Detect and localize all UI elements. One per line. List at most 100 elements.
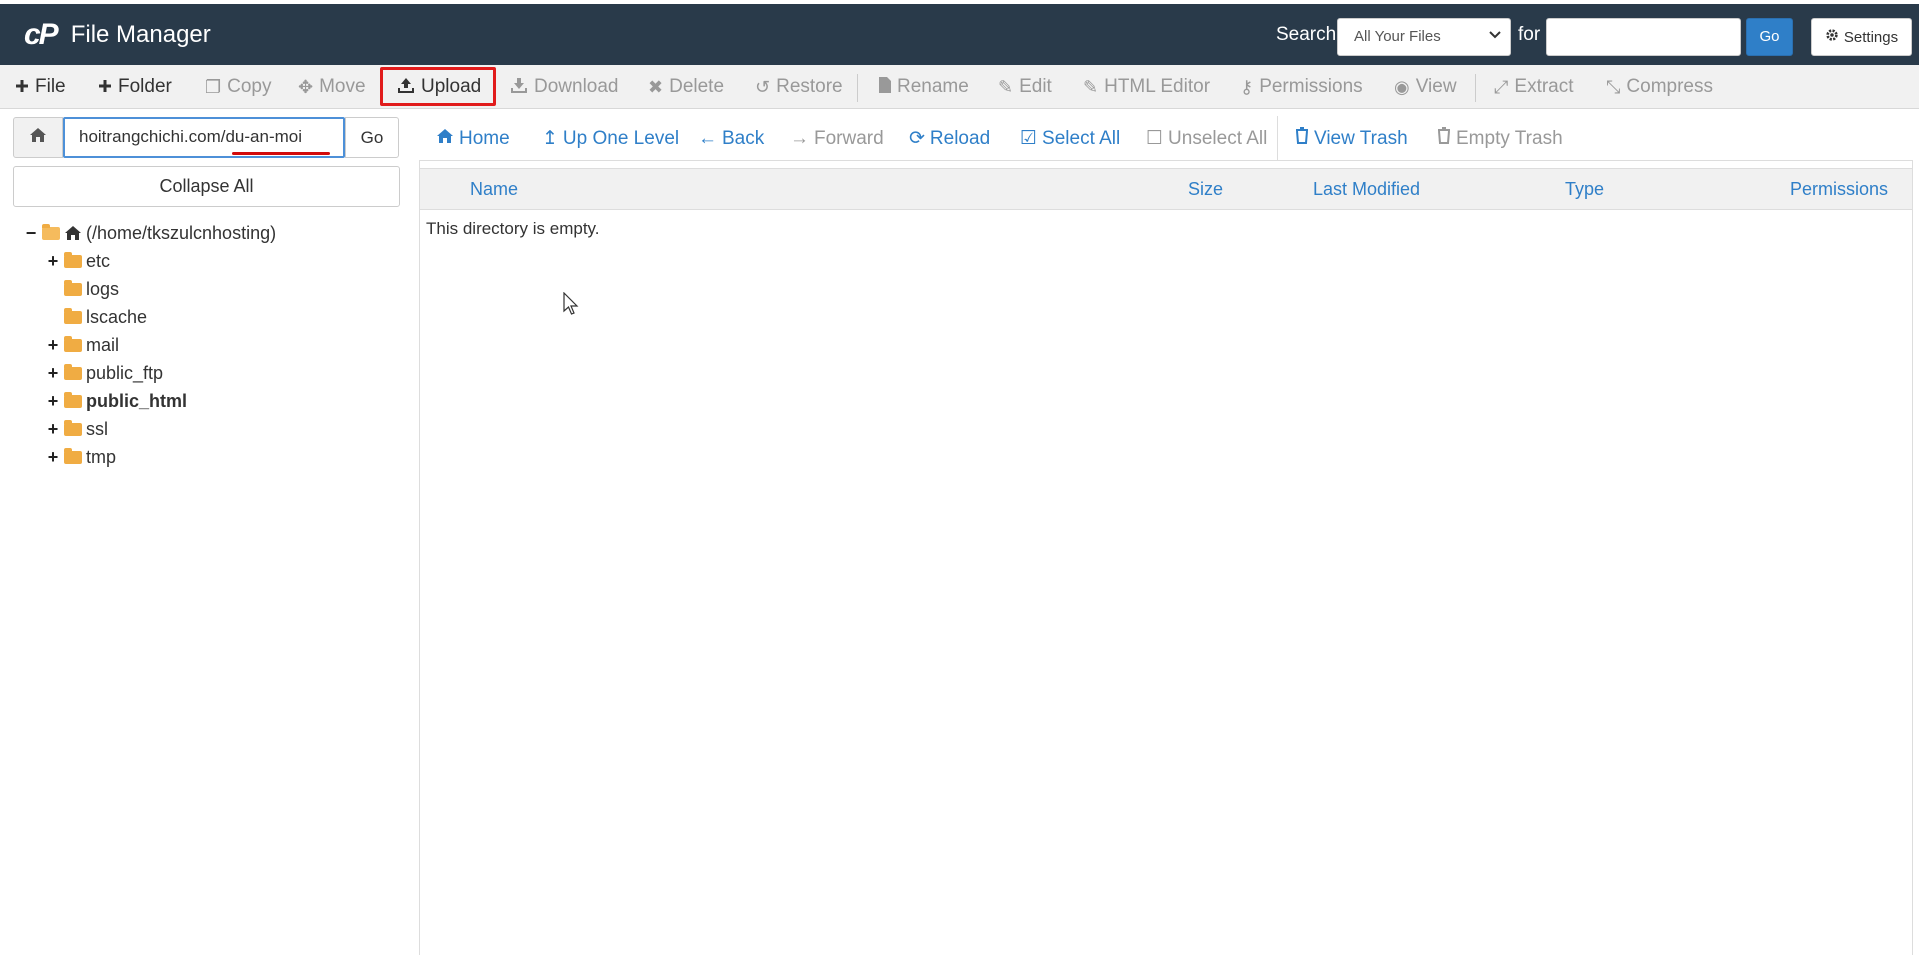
- file-icon: [879, 76, 891, 98]
- expand-toggle[interactable]: +: [46, 447, 60, 468]
- home-nav-label: Home: [459, 127, 510, 149]
- expand-toggle[interactable]: +: [46, 251, 60, 272]
- tree-item-label: logs: [86, 278, 120, 299]
- home-nav-button[interactable]: Home: [436, 116, 510, 161]
- tree-item-label: lscache: [86, 306, 148, 327]
- arrow-right-icon: →: [790, 127, 809, 149]
- move-button[interactable]: ✥ Move: [298, 65, 366, 109]
- column-header-name[interactable]: Name: [470, 168, 518, 210]
- for-label: for: [1518, 24, 1541, 45]
- folder-icon: [64, 279, 82, 296]
- up-one-level-button[interactable]: ↥ Up One Level: [542, 116, 679, 161]
- column-header-permissions[interactable]: Permissions: [1790, 168, 1888, 210]
- copy-button[interactable]: ❐ Copy: [205, 65, 272, 109]
- tree-item-tmp[interactable]: + tmp: [46, 444, 116, 470]
- search-input[interactable]: [1546, 18, 1741, 56]
- checkbox-checked-icon: ☑: [1020, 128, 1038, 149]
- extract-button[interactable]: ⤢ Extract: [1494, 65, 1574, 109]
- back-label: Back: [722, 127, 765, 149]
- cpanel-logo-icon: cP: [24, 18, 59, 51]
- download-icon: [510, 76, 528, 99]
- restore-label: Restore: [776, 76, 843, 97]
- toolbar-divider: [1475, 74, 1476, 102]
- expand-toggle[interactable]: +: [46, 391, 60, 412]
- search-go-button[interactable]: Go: [1746, 18, 1793, 56]
- search-scope-select[interactable]: All Your Files: [1337, 18, 1511, 56]
- unselect-all-label: Unselect All: [1168, 127, 1268, 149]
- expand-icon: ⤢: [1494, 76, 1509, 97]
- move-label: Move: [319, 76, 366, 97]
- unselect-all-button[interactable]: ☐ Unselect All: [1146, 116, 1267, 161]
- new-folder-button[interactable]: Folder: [98, 65, 172, 109]
- eye-icon: ◉: [1394, 76, 1410, 97]
- select-all-label: Select All: [1042, 127, 1121, 149]
- copy-label: Copy: [227, 76, 272, 97]
- up-one-level-label: Up One Level: [562, 127, 680, 149]
- tree-item-public-ftp[interactable]: + public_ftp: [46, 360, 163, 386]
- column-header-type[interactable]: Type: [1565, 168, 1604, 210]
- compress-icon: ⤡: [1606, 76, 1621, 97]
- gear-icon: [1825, 28, 1839, 46]
- copy-icon: ❐: [205, 76, 222, 97]
- app-title: File Manager: [70, 21, 211, 48]
- pencil-icon: ✎: [998, 76, 1014, 97]
- tree-item-ssl[interactable]: + ssl: [46, 416, 108, 442]
- tree-root[interactable]: − (/home/tkszulcnhosting): [24, 220, 276, 246]
- tree-item-label: public_ftp: [86, 362, 164, 383]
- app-logo[interactable]: cP File Manager: [24, 18, 211, 52]
- expand-toggle[interactable]: +: [46, 335, 60, 356]
- empty-trash-button[interactable]: Empty Trash: [1437, 116, 1563, 161]
- permissions-button[interactable]: ⚷ Permissions: [1240, 65, 1363, 109]
- download-label: Download: [534, 76, 619, 97]
- tree-item-public-html[interactable]: + public_html: [46, 388, 187, 414]
- restore-button[interactable]: ↺ Restore: [755, 65, 843, 109]
- trash-icon: [1437, 127, 1451, 150]
- view-trash-button[interactable]: View Trash: [1295, 116, 1408, 161]
- edit-square-icon: ✎: [1083, 76, 1099, 97]
- view-button[interactable]: ◉ View: [1394, 65, 1457, 109]
- upload-button[interactable]: Upload: [397, 65, 481, 109]
- search-label: Search: [1276, 24, 1337, 45]
- empty-trash-label: Empty Trash: [1456, 127, 1563, 149]
- rename-label: Rename: [897, 76, 969, 97]
- delete-button[interactable]: ✖ Delete: [648, 65, 724, 109]
- chevron-down-icon: [1489, 27, 1501, 43]
- folder-icon: [64, 335, 82, 352]
- column-header-last-modified[interactable]: Last Modified: [1313, 168, 1420, 210]
- tree-item-lscache[interactable]: lscache: [46, 304, 147, 330]
- view-trash-label: View Trash: [1314, 127, 1408, 149]
- html-editor-button[interactable]: ✎ HTML Editor: [1083, 65, 1210, 109]
- rename-button[interactable]: Rename: [879, 65, 969, 109]
- upload-icon: [397, 76, 415, 99]
- collapse-all-button[interactable]: Collapse All: [13, 166, 400, 207]
- tree-item-label: public_html: [86, 390, 188, 411]
- path-home-button[interactable]: [13, 117, 63, 158]
- forward-button[interactable]: → Forward: [790, 116, 884, 161]
- expand-toggle[interactable]: +: [46, 363, 60, 384]
- new-file-button[interactable]: File: [15, 65, 66, 109]
- edit-button[interactable]: ✎ Edit: [998, 65, 1052, 109]
- tree-item-logs[interactable]: logs: [46, 276, 119, 302]
- settings-button[interactable]: Settings: [1811, 18, 1912, 56]
- compress-button[interactable]: ⤡ Compress: [1606, 65, 1713, 109]
- tree-item-etc[interactable]: + etc: [46, 248, 110, 274]
- expand-toggle[interactable]: +: [46, 419, 60, 440]
- reload-icon: ⟳: [909, 128, 925, 149]
- table-header: [420, 168, 1912, 210]
- forward-label: Forward: [814, 127, 884, 149]
- permissions-label: Permissions: [1259, 76, 1363, 97]
- tree-item-mail[interactable]: + mail: [46, 332, 119, 358]
- collapse-toggle[interactable]: −: [24, 223, 38, 244]
- select-all-button[interactable]: ☑ Select All: [1020, 116, 1120, 161]
- reload-button[interactable]: ⟳ Reload: [909, 116, 990, 161]
- tree-item-label: etc: [86, 250, 111, 271]
- upload-label: Upload: [421, 76, 482, 97]
- back-button[interactable]: ← Back: [698, 116, 764, 161]
- settings-label: Settings: [1843, 28, 1899, 46]
- column-header-size[interactable]: Size: [1188, 168, 1223, 210]
- key-icon: ⚷: [1240, 76, 1254, 97]
- arrow-left-icon: ←: [698, 127, 717, 149]
- path-go-button[interactable]: Go: [345, 117, 399, 158]
- plus-icon: [15, 77, 29, 98]
- download-button[interactable]: Download: [510, 65, 619, 109]
